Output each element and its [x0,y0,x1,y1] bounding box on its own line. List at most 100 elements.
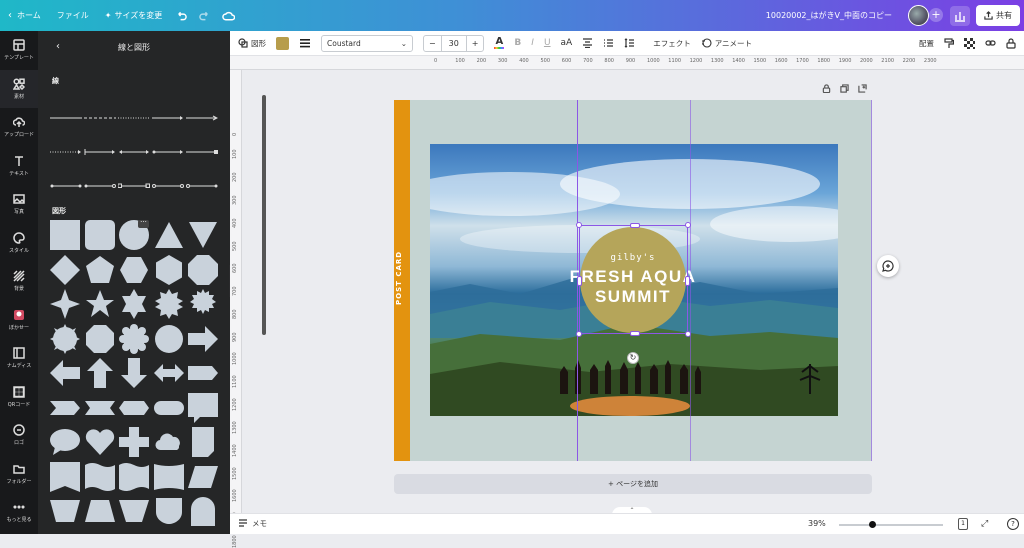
resize-handle-tr[interactable] [685,222,691,228]
line-square-both[interactable] [118,183,150,188]
zoom-slider[interactable] [839,524,943,526]
add-page-button[interactable]: + ページを追加 [394,474,872,494]
line-arrow[interactable] [152,116,184,120]
size-increase-button[interactable]: + [467,39,484,48]
shape-shield[interactable] [154,496,184,526]
redo-button[interactable] [193,0,216,31]
rail-item-app[interactable]: ぼかせー [0,301,38,340]
resize-handle-top[interactable] [630,223,640,228]
list-button[interactable] [598,31,619,56]
align-button[interactable] [577,31,598,56]
font-size-input[interactable]: 30 [440,35,467,51]
line-arrow-thin[interactable] [186,115,218,121]
shape-star-4[interactable] [50,289,80,319]
back-icon[interactable]: ‹ [56,41,60,52]
zoom-slider-knob[interactable] [868,521,876,528]
shape-arrow-double[interactable] [153,358,184,388]
rail-item-templates[interactable]: テンプレート [0,31,38,70]
rail-item-logo[interactable]: ロゴ [0,416,38,455]
add-page-icon[interactable] [858,84,867,93]
shape-burst-16[interactable] [50,323,80,354]
line-double-arrow[interactable] [118,150,150,154]
panel-scrollbar[interactable] [262,95,266,335]
shape-star-5[interactable] [85,289,115,319]
case-button[interactable]: aA [556,31,578,56]
shape-rounded-square[interactable] [84,220,115,250]
line-bar-arrow[interactable] [84,149,116,155]
shape-pointer-right[interactable] [188,358,218,388]
shape-wave[interactable] [84,462,115,492]
rotate-handle-icon[interactable]: ↻ [627,352,639,364]
lock-page-icon[interactable] [822,84,831,93]
rail-item-photos[interactable]: 写真 [0,185,38,224]
rail-item-styles[interactable]: スタイル [0,224,38,263]
shape-speech-round[interactable] [50,427,80,457]
rail-item-background[interactable]: 背景 [0,262,38,301]
paint-format-button[interactable] [939,31,959,56]
shape-star-8[interactable] [154,289,184,319]
shape-star-6[interactable] [119,289,149,319]
size-decrease-button[interactable]: − [424,39,441,48]
text-color-button[interactable]: A [489,31,509,56]
shape-trapezoid-down[interactable] [50,496,80,526]
shape-tool-button[interactable]: 図形 [230,31,271,56]
line-circle-both[interactable] [152,184,184,188]
italic-button[interactable]: I [526,31,539,56]
zoom-value[interactable]: 39% [808,519,826,528]
document-title[interactable]: 10020002_はがきV_中面のコピー [766,0,892,31]
resize-handle-bl[interactable] [576,331,582,337]
postcard-label[interactable]: POST CARD [395,245,403,305]
shape-trapezoid[interactable] [84,496,115,526]
line-solid[interactable] [50,117,82,119]
insights-button[interactable] [950,6,970,26]
help-icon[interactable]: ? [1007,518,1019,530]
line-dots-both[interactable] [50,184,82,188]
shape-scallop-octagon[interactable] [85,324,115,354]
shape-square[interactable] [50,220,80,250]
shape-banner-down[interactable] [50,461,80,492]
shape-cloud[interactable] [154,427,184,457]
shape-diamond[interactable] [50,254,80,285]
home-button[interactable]: ‹ ホーム [0,0,49,31]
fill-color-button[interactable] [271,31,294,56]
file-menu[interactable]: ファイル [49,0,97,31]
shape-pentagon[interactable] [85,255,115,285]
rail-item-elements[interactable]: 素材 [0,69,38,108]
avatar[interactable] [908,5,929,26]
shape-arrow-left[interactable] [50,358,80,388]
shape-trapezoid-inv[interactable] [119,496,149,526]
shape-cross[interactable] [119,427,149,457]
lock-button[interactable] [1001,31,1024,56]
line-dotted[interactable] [118,117,150,119]
shape-heart[interactable] [85,427,115,457]
undo-button[interactable] [170,0,193,31]
fullscreen-icon[interactable]: ⤢ [981,519,988,529]
shape-arrow-up[interactable] [85,358,115,388]
shape-parallelogram[interactable] [188,462,218,492]
font-select[interactable]: Coustard ⌄ [321,34,413,52]
shape-hexagon-vertical[interactable] [154,254,184,285]
shape-circle[interactable]: ··· [119,219,149,250]
line-dotted-arrow[interactable] [50,150,82,154]
position-button[interactable]: 配置 [914,31,939,56]
selection-box[interactable] [576,222,691,337]
underline-button[interactable]: U [539,31,556,56]
shape-flag[interactable] [119,462,149,492]
shape-triangle[interactable] [154,220,184,250]
rail-item-more[interactable]: もっと見る [0,493,38,532]
rail-item-text[interactable]: テキスト [0,147,38,186]
resize-handle-tl[interactable] [576,222,582,228]
comment-button[interactable] [877,255,899,277]
shape-arrow-right[interactable] [188,324,218,354]
line-dot-hollow[interactable] [186,184,218,188]
line-square-end[interactable] [186,150,218,154]
shape-hexagon[interactable] [119,255,149,285]
share-button[interactable]: 共有 [976,5,1020,26]
link-button[interactable] [980,31,1001,56]
shape-folded-corner[interactable] [188,427,218,457]
shape-chevron[interactable] [50,393,80,423]
shape-pill[interactable] [153,393,184,423]
resize-handle-br[interactable] [685,331,691,337]
shape-octagon[interactable] [188,254,218,285]
effects-button[interactable]: エフェクト [648,31,696,56]
